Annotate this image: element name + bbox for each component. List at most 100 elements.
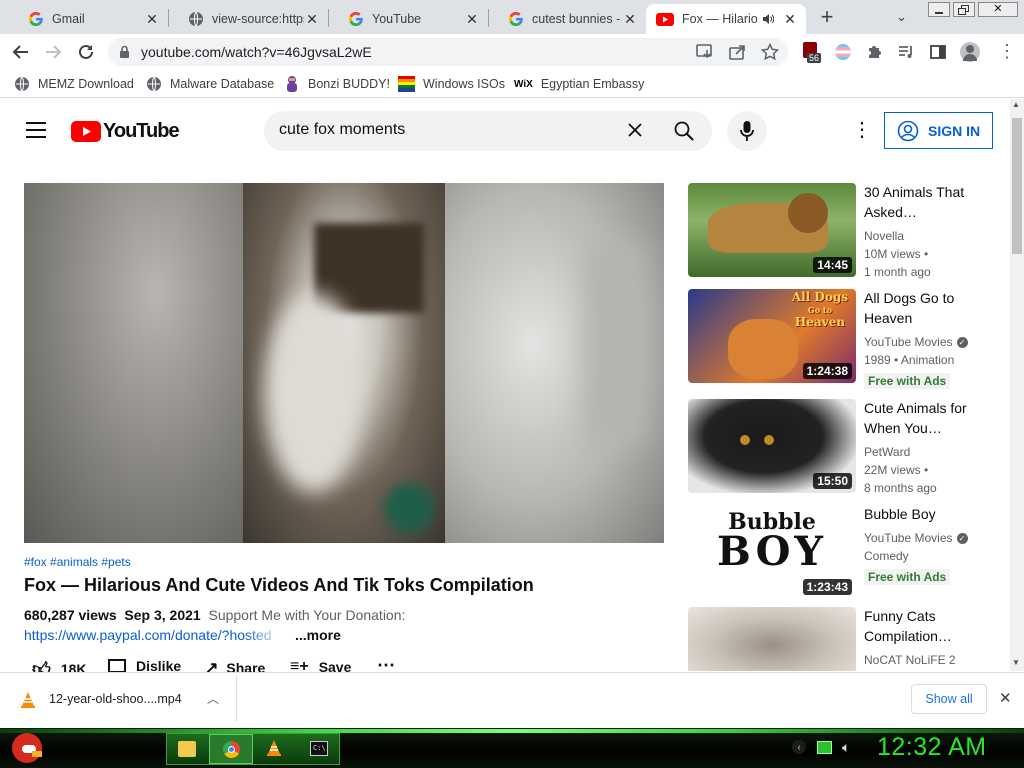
new-tab-plus-icon[interactable]: + — [816, 6, 838, 28]
bonzi-gorilla-icon — [284, 75, 300, 93]
tab-youtube[interactable]: YouTube ✕ — [328, 4, 488, 34]
free-with-ads-badge: Free with Ads — [864, 373, 951, 389]
tab-title: Gmail — [52, 12, 85, 26]
related-thumbnail[interactable]: Bubble BOY 1:23:43 — [688, 505, 856, 599]
bookmark-windows-isos[interactable]: Windows ISOs — [398, 74, 505, 94]
scroll-down-arrow-icon[interactable]: ▼ — [1012, 658, 1020, 667]
channel-name: YouTube Movies — [864, 335, 953, 349]
bookmark-malware-database[interactable]: Malware Database — [146, 74, 274, 94]
tab-close-icon[interactable]: ✕ — [622, 11, 638, 28]
related-thumbnail[interactable]: All Dogs Go to Heaven 1:24:38 — [688, 289, 856, 383]
video-duration: 1:23:43 — [802, 579, 852, 595]
file-explorer-icon[interactable] — [178, 741, 196, 757]
search-input[interactable]: cute fox moments — [279, 121, 405, 139]
tab-cutest-bunnies[interactable]: cutest bunnies - G ✕ — [488, 4, 646, 34]
tab-fox-video[interactable]: Fox — Hilario ✕ — [646, 4, 806, 34]
tab-title: YouTube — [372, 12, 422, 26]
tab-search-chevron-icon[interactable]: ⌄ — [896, 9, 907, 25]
profile-avatar-icon[interactable] — [960, 42, 980, 62]
bookmark-egyptian-embassy[interactable]: WiX Egyptian Embassy — [514, 74, 644, 94]
show-more-link[interactable]: ...more — [295, 627, 341, 643]
related-title[interactable]: All Dogs Go to Heaven — [864, 288, 984, 328]
clear-search-icon[interactable] — [627, 122, 643, 138]
voice-search-button[interactable] — [727, 111, 767, 151]
related-title[interactable]: Cute Animals for When You… — [864, 398, 984, 438]
tab-close-icon[interactable]: ✕ — [304, 11, 320, 28]
globe-icon — [188, 11, 204, 27]
speaker-icon[interactable] — [762, 13, 774, 25]
related-channel[interactable]: PetWard — [864, 443, 910, 461]
related-channel[interactable]: YouTube Movies ✓ — [864, 529, 968, 547]
related-info: 1989 • Animation — [864, 353, 955, 367]
wix-logo-icon: WiX — [514, 78, 533, 90]
channel-name: YouTube Movies — [864, 531, 953, 545]
tab-view-source[interactable]: view-source:https ✕ — [168, 4, 328, 34]
taskbar-glow-strip — [0, 729, 1024, 733]
side-panel-icon[interactable] — [930, 44, 946, 60]
volume-speaker-icon[interactable]: 🔈︎ — [842, 739, 850, 756]
lock-icon[interactable] — [119, 45, 130, 59]
taskbar — [0, 728, 1024, 768]
share-icon[interactable] — [729, 44, 747, 60]
forward-arrow-icon[interactable] — [44, 43, 62, 61]
donation-link[interactable]: https://www.paypal.com/donate/?hosted — [24, 627, 284, 643]
scrollbar-thumb[interactable] — [1012, 118, 1022, 254]
show-hidden-icons-chevron-icon[interactable]: ‹ — [792, 740, 806, 754]
taskbar-clock[interactable]: 12:32 AM — [877, 733, 987, 762]
related-title[interactable]: Bubble Boy — [864, 504, 984, 524]
reload-icon[interactable] — [77, 43, 95, 61]
command-prompt-icon[interactable]: C:\ — [310, 741, 328, 756]
upload-date: Sep 3, 2021 — [124, 607, 201, 623]
window-minimize-button[interactable] — [928, 2, 950, 17]
related-title[interactable]: Funny Cats Compilation… — [864, 606, 984, 646]
tab-close-icon[interactable]: ✕ — [144, 11, 160, 28]
thumbs-down-icon — [108, 659, 126, 673]
video-hashtags[interactable]: #fox #animals #pets — [24, 555, 131, 569]
show-all-downloads-button[interactable]: Show all — [911, 684, 987, 714]
taskbar-chrome-button[interactable] — [209, 734, 253, 764]
related-thumbnail[interactable]: 15:50 — [688, 399, 856, 493]
related-channel[interactable]: NoCAT NoLiFE 2 — [864, 651, 956, 669]
puzzle-extensions-icon[interactable] — [866, 44, 882, 60]
back-arrow-icon[interactable] — [12, 43, 30, 61]
chrome-menu-kebab-icon[interactable]: ⋮ — [998, 42, 1016, 60]
vlc-taskbar-icon[interactable] — [266, 739, 282, 757]
bookmark-bonzi-buddy[interactable]: Bonzi BUDDY! — [284, 74, 390, 94]
related-channel[interactable]: YouTube Movies ✓ — [864, 333, 968, 351]
globe-icon — [146, 76, 162, 92]
tab-title: Fox — Hilario — [682, 12, 758, 26]
hamburger-menu-icon[interactable] — [26, 122, 46, 138]
settings-kebab-icon[interactable]: ⋮ — [852, 120, 872, 140]
scroll-up-arrow-icon[interactable]: ▲ — [1012, 100, 1020, 109]
tab-close-icon[interactable]: ✕ — [782, 11, 798, 28]
video-duration: 15:50 — [813, 473, 852, 489]
windows-flag-icon — [398, 76, 415, 92]
google-g-icon — [28, 11, 44, 27]
tab-gmail[interactable]: Gmail ✕ — [8, 4, 168, 34]
start-button-angry-bird-icon[interactable] — [10, 729, 46, 766]
download-filename: 12-year-old-shoo....mp4 — [49, 692, 182, 706]
search-magnifier-icon[interactable] — [674, 121, 694, 141]
related-thumbnail[interactable]: 14:45 — [688, 183, 856, 277]
pride-extension-icon[interactable] — [835, 44, 851, 60]
window-restore-button[interactable] — [953, 2, 975, 17]
video-player[interactable] — [24, 183, 664, 543]
download-options-chevron-icon[interactable]: ︿ — [207, 690, 219, 707]
network-icon[interactable] — [817, 741, 832, 754]
tab-close-icon[interactable]: ✕ — [464, 11, 480, 28]
related-thumbnail[interactable] — [688, 607, 856, 671]
video-description[interactable]: 680,287 views Sep 3, 2021 Support Me wit… — [24, 607, 664, 623]
bookmark-star-icon[interactable] — [761, 43, 779, 61]
close-download-shelf-icon[interactable]: ✕ — [999, 689, 1012, 707]
youtube-logo[interactable]: YouTube — [71, 120, 180, 143]
related-title[interactable]: 30 Animals That Asked… — [864, 182, 984, 222]
video-duration: 1:24:38 — [802, 363, 852, 379]
install-app-icon[interactable] — [696, 44, 714, 60]
media-queue-icon[interactable] — [898, 44, 914, 60]
bookmark-memz[interactable]: MEMZ Download — [14, 74, 134, 94]
video-duration: 14:45 — [813, 257, 852, 273]
bookmark-label: Windows ISOs — [423, 77, 505, 91]
sign-in-button[interactable]: SIGN IN — [884, 112, 993, 149]
related-channel[interactable]: Novella — [864, 227, 904, 245]
window-close-button[interactable]: ✕ — [978, 2, 1018, 17]
